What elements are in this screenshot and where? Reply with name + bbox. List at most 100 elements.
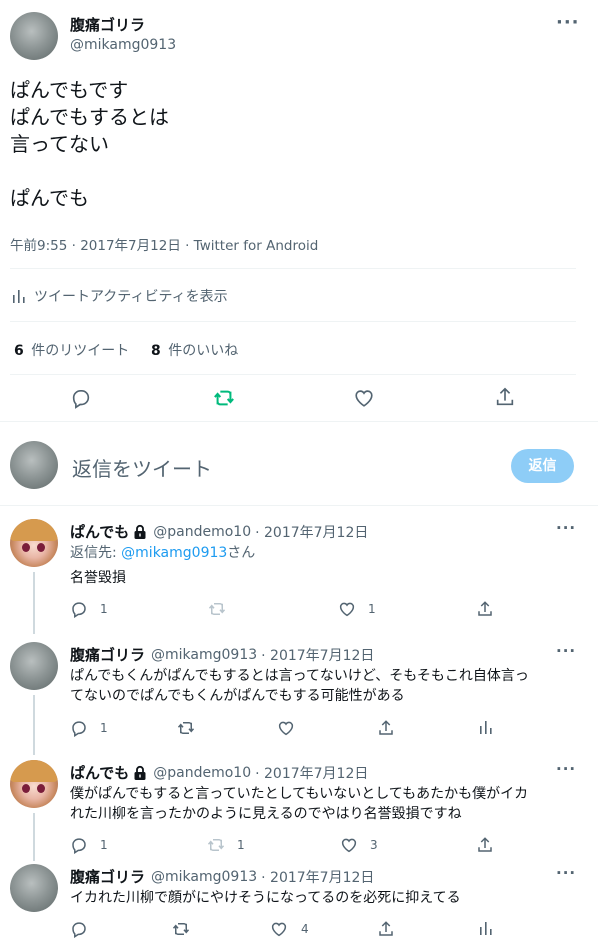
divider [0, 505, 598, 506]
reply-1-author-name[interactable]: ぱんでも [70, 521, 129, 542]
reply-2-text: ぱんでもくんがぱんでもするとは言ってないけど、そもそもこれ自体言っ てないのでぱ… [70, 666, 575, 706]
reply-1-date[interactable]: · 2017年7月12日 [255, 522, 368, 542]
compose-avatar[interactable] [10, 441, 58, 489]
divider [10, 268, 576, 269]
share-icon [478, 601, 492, 616]
reply-3-actions: 1 1 3 [70, 836, 500, 854]
reply-4-actions: 4 [70, 920, 500, 938]
analytics-icon [12, 288, 26, 304]
reply-icon [72, 602, 86, 618]
reply-4-like-button[interactable]: 4 [270, 920, 309, 938]
retweet-icon [172, 923, 190, 935]
reply-3-like-button[interactable]: 3 [340, 836, 378, 854]
reply-2-date[interactable]: · 2017年7月12日 [261, 645, 374, 665]
reply-3-text: 僕がぱんでもすると言っていたとしてもいないとしてもあたかも僕がイカ れた川柳を言… [70, 784, 575, 824]
reply-to-handle-link[interactable]: @mikamg0913 [121, 545, 227, 561]
reply-3-avatar[interactable] [10, 760, 58, 808]
reply-2-avatar[interactable] [10, 642, 58, 690]
reply-action-button[interactable] [70, 387, 92, 409]
reply-2-reply-button[interactable]: 1 [70, 719, 108, 737]
reply-3-text-line-1: 僕がぱんでもすると言っていたとしてもいないとしてもあたかも僕がイカ [70, 786, 529, 802]
reply-3-author-handle[interactable]: @pandemo10 [153, 765, 251, 781]
reply-icon [72, 390, 90, 409]
like-count-link[interactable]: 8 件のいいね [151, 340, 238, 360]
like-count-label: 件のいいね [168, 343, 239, 359]
main-author-name[interactable]: 腹痛ゴリラ [70, 14, 145, 35]
compose-reply-input[interactable]: 返信をツイート [72, 453, 212, 482]
thread-line [33, 695, 35, 755]
reply-3-share-button[interactable] [476, 836, 494, 854]
lock-icon [133, 765, 147, 781]
like-count-value: 8 [151, 343, 161, 359]
reply-3-reply-button[interactable]: 1 [70, 836, 108, 854]
reply-4-more-icon[interactable]: ··· [556, 864, 576, 882]
reply-1-text: 名誉毀損 [70, 570, 126, 586]
retweet-icon [207, 839, 225, 851]
reply-1-retweet-button[interactable] [207, 600, 227, 618]
reply-2-author-name[interactable]: 腹痛ゴリラ [70, 644, 145, 665]
retweet-count-value: 6 [14, 343, 24, 359]
share-icon [478, 837, 492, 852]
reply-1-like-button[interactable]: 1 [338, 600, 376, 618]
reply-3-date[interactable]: · 2017年7月12日 [255, 763, 368, 783]
like-action-button[interactable] [353, 387, 375, 409]
reply-to-suffix: さん [227, 545, 256, 561]
reply-1-more-icon[interactable]: ··· [556, 519, 576, 537]
reply-2-actions: 1 [70, 719, 500, 737]
analytics-icon [480, 922, 492, 935]
reply-4-text: イカれた川柳で顔がにやけそうになってるのを必死に抑えてる [70, 890, 461, 906]
reply-2-text-line-1: ぱんでもくんがぱんでもするとは言ってないけど、そもそもこれ自体言っ [70, 668, 529, 684]
share-icon [379, 921, 393, 936]
reply-4-reply-button[interactable] [70, 920, 88, 938]
reply-2-header: 腹痛ゴリラ @mikamg0913 · 2017年7月12日 [70, 644, 374, 665]
reply-4-analytics-button[interactable] [479, 920, 493, 936]
retweet-icon [214, 390, 234, 406]
reply-2-analytics-button[interactable] [479, 719, 493, 735]
reply-2-text-line-2: てないのでぱんでもくんがぱんでもする可能性がある [70, 688, 405, 704]
reply-4-retweet-button[interactable] [171, 920, 191, 938]
retweet-action-button[interactable] [212, 387, 236, 409]
reply-4-author-handle[interactable]: @mikamg0913 [151, 869, 257, 885]
reply-2-retweet-button[interactable] [176, 719, 196, 737]
share-icon [496, 387, 514, 406]
retweet-count-link[interactable]: 6 件のリツイート [14, 340, 129, 360]
thread-line [33, 813, 35, 861]
reply-icon [72, 922, 86, 938]
heart-icon [271, 922, 287, 937]
reply-2-share-button[interactable] [377, 719, 395, 737]
share-action-button[interactable] [494, 386, 516, 408]
tweet-activity-label: ツイートアクティビティを表示 [34, 289, 228, 305]
reply-4-author-name[interactable]: 腹痛ゴリラ [70, 866, 145, 887]
reply-2-reply-count: 1 [100, 721, 108, 735]
heart-icon [339, 602, 355, 617]
reply-icon [72, 721, 86, 737]
reply-4-date[interactable]: · 2017年7月12日 [261, 867, 374, 887]
reply-3-retweet-button[interactable]: 1 [206, 836, 245, 854]
reply-2-author-handle[interactable]: @mikamg0913 [151, 647, 257, 663]
reply-1-author-handle[interactable]: @pandemo10 [153, 524, 251, 540]
reply-1-avatar[interactable] [10, 519, 58, 567]
more-options-icon[interactable]: ··· [556, 12, 580, 33]
reply-1-reply-button[interactable]: 1 [70, 600, 108, 618]
heart-icon [355, 390, 373, 407]
analytics-icon [480, 721, 492, 734]
heart-icon [341, 838, 357, 853]
reply-3-author-name[interactable]: ぱんでも [70, 762, 129, 783]
compose-reply-button[interactable]: 返信 [511, 449, 574, 483]
main-author-avatar[interactable] [10, 12, 58, 60]
reply-3-header: ぱんでも @pandemo10 · 2017年7月12日 [70, 762, 368, 783]
heart-icon [278, 721, 294, 736]
reply-3-reply-count: 1 [100, 838, 108, 852]
reply-3-more-icon[interactable]: ··· [556, 760, 576, 778]
main-tweet-timestamp[interactable]: 午前9:55 · 2017年7月12日 · Twitter for Androi… [10, 234, 318, 254]
reply-2-like-button[interactable] [277, 719, 295, 737]
divider [10, 321, 576, 322]
tweet-activity-link[interactable]: ツイートアクティビティを表示 [12, 286, 228, 306]
reply-4-share-button[interactable] [377, 920, 395, 938]
reply-2-more-icon[interactable]: ··· [556, 642, 576, 660]
reply-1-header: ぱんでも @pandemo10 · 2017年7月12日 [70, 521, 368, 542]
main-author-handle[interactable]: @mikamg0913 [70, 37, 176, 53]
thread-line [33, 572, 35, 634]
reply-4-avatar[interactable] [10, 864, 58, 912]
reply-1-share-button[interactable] [476, 600, 494, 618]
